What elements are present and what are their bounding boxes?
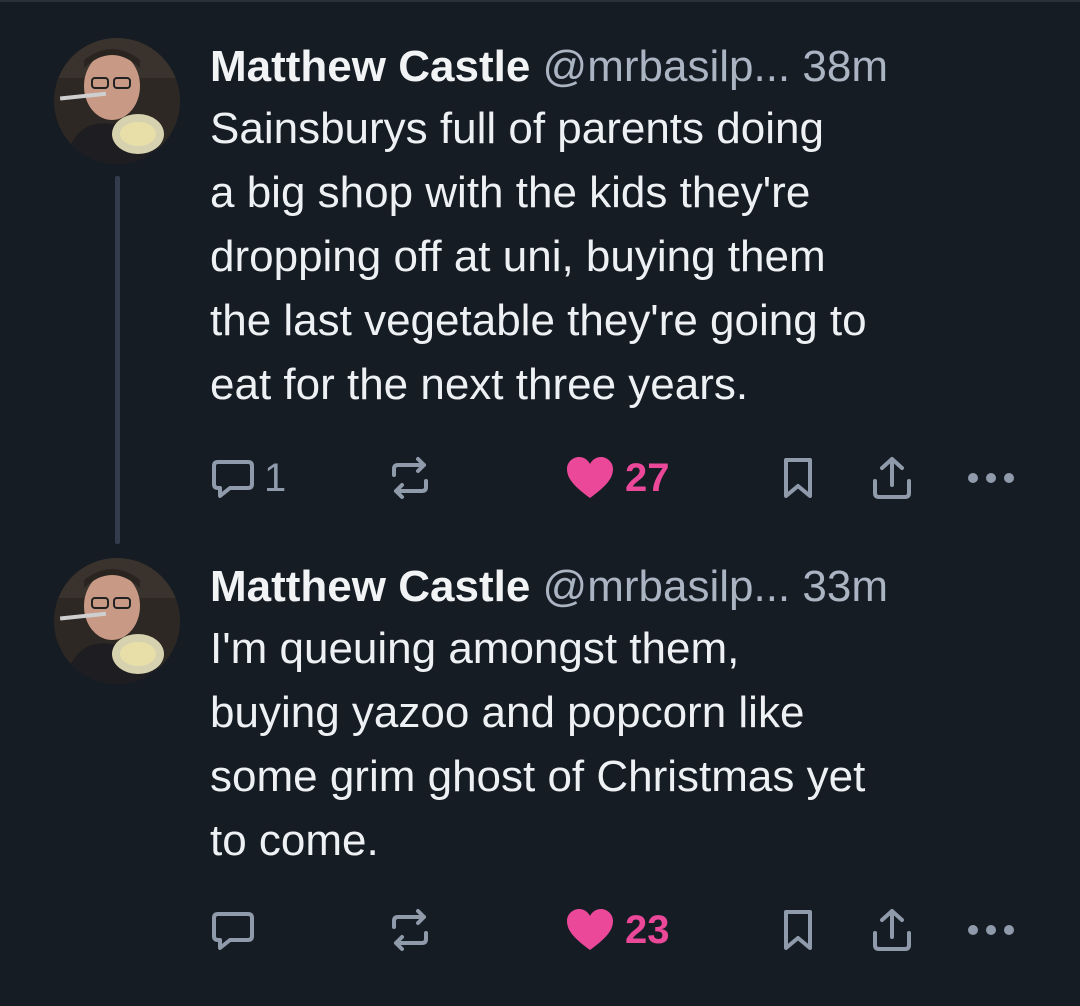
bookmark-icon xyxy=(780,456,816,500)
repost-icon xyxy=(386,907,434,953)
post-text-line: the last vegetable they're going to xyxy=(210,296,867,345)
like-count: 23 xyxy=(625,907,670,952)
post-header: Matthew Castle @mrbasilp... 38m xyxy=(210,40,1050,94)
post-text-line: I'm queuing amongst them, xyxy=(210,624,740,673)
author-handle[interactable]: @mrbasilp... xyxy=(543,562,791,611)
post-text-line: Sainsburys full of parents doing xyxy=(210,104,824,153)
repost-button[interactable] xyxy=(386,900,434,960)
heart-icon xyxy=(565,908,615,952)
avatar[interactable] xyxy=(54,38,180,164)
post-content: Matthew Castle @mrbasilp... 38m Sainsbur… xyxy=(210,40,1050,417)
post-actions: 1 27 xyxy=(210,448,1040,508)
reply-button[interactable] xyxy=(210,900,264,960)
post-header: Matthew Castle @mrbasilp... 33m xyxy=(210,560,1050,614)
post-text-line: eat for the next three years. xyxy=(210,360,749,409)
avatar[interactable] xyxy=(54,558,180,684)
author-name[interactable]: Matthew Castle xyxy=(210,42,530,91)
like-button[interactable]: 27 xyxy=(565,448,670,508)
reply-icon xyxy=(210,908,256,952)
post-time[interactable]: 33m xyxy=(802,562,888,611)
post-text: Sainsburys full of parents doing a big s… xyxy=(210,97,1050,417)
share-button[interactable] xyxy=(870,448,914,508)
heart-icon xyxy=(565,456,615,500)
bookmark-icon xyxy=(780,908,816,952)
reply-count: 1 xyxy=(264,455,287,500)
like-count: 27 xyxy=(625,455,670,500)
reply-button[interactable]: 1 xyxy=(210,448,286,508)
post-content: Matthew Castle @mrbasilp... 33m I'm queu… xyxy=(210,560,1050,873)
more-icon xyxy=(965,470,1017,486)
bookmark-button[interactable] xyxy=(780,448,816,508)
bookmark-button[interactable] xyxy=(780,900,816,960)
repost-icon xyxy=(386,455,434,501)
author-name[interactable]: Matthew Castle xyxy=(210,562,530,611)
post-actions: 23 xyxy=(210,900,1040,960)
repost-button[interactable] xyxy=(386,448,434,508)
post-1: Matthew Castle @mrbasilp... 38m Sainsbur… xyxy=(0,0,1080,540)
post-text: I'm queuing amongst them, buying yazoo a… xyxy=(210,617,1050,873)
share-icon xyxy=(870,455,914,501)
post-text-line: a big shop with the kids they're xyxy=(210,168,811,217)
like-button[interactable]: 23 xyxy=(565,900,670,960)
post-text-line: to come. xyxy=(210,816,379,865)
post-text-line: buying yazoo and popcorn like xyxy=(210,688,805,737)
share-button[interactable] xyxy=(870,900,914,960)
share-icon xyxy=(870,907,914,953)
post-text-line: some grim ghost of Christmas yet xyxy=(210,752,866,801)
more-options-button[interactable] xyxy=(965,900,1017,960)
post-text-line: dropping off at uni, buying them xyxy=(210,232,826,281)
post-time[interactable]: 38m xyxy=(802,42,888,91)
author-handle[interactable]: @mrbasilp... xyxy=(543,42,791,91)
more-options-button[interactable] xyxy=(965,448,1017,508)
more-icon xyxy=(965,922,1017,938)
reply-icon xyxy=(210,456,256,500)
post-2: Matthew Castle @mrbasilp... 33m I'm queu… xyxy=(0,540,1080,1006)
